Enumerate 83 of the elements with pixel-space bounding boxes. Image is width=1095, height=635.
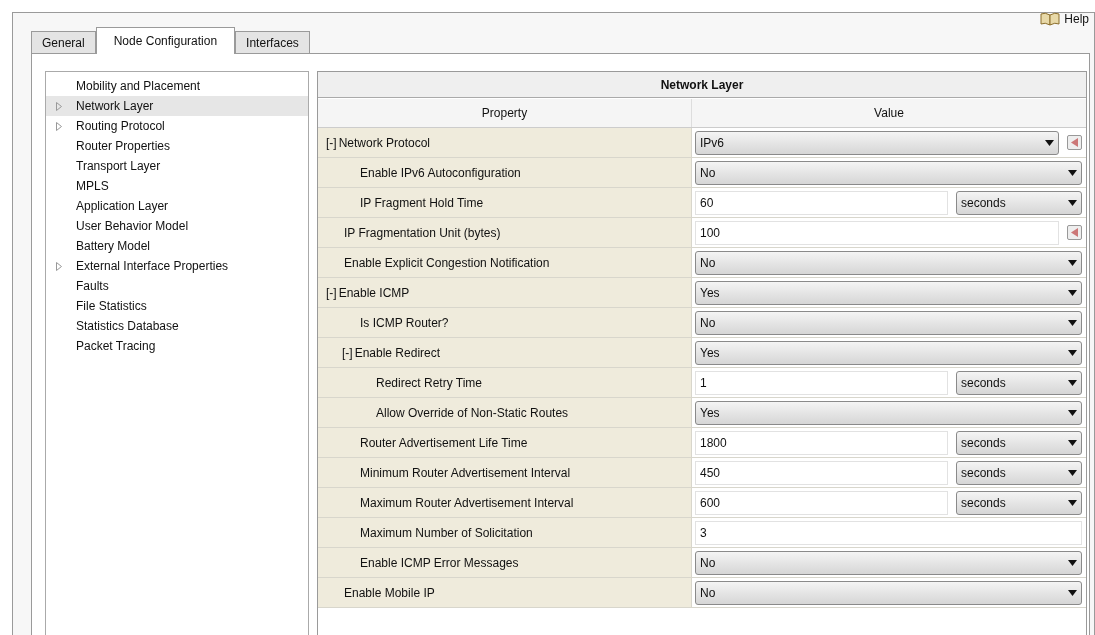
value-field[interactable]: 1800 — [695, 430, 948, 455]
value-dropdown[interactable]: No — [695, 550, 1082, 575]
dropdown-caret-icon — [1068, 199, 1077, 206]
dropdown-caret-icon — [1068, 499, 1077, 506]
reset-button[interactable] — [1067, 225, 1082, 240]
unit-dropdown[interactable]: seconds — [956, 460, 1082, 485]
value-dropdown[interactable]: Yes — [695, 340, 1082, 365]
dropdown-caret-icon — [1068, 289, 1077, 296]
unit-dropdown[interactable]: seconds — [956, 190, 1082, 215]
tree-item[interactable]: External Interface Properties — [46, 256, 308, 276]
tab[interactable]: Interfaces — [235, 31, 310, 53]
property-cell: Redirect Retry Time — [318, 368, 692, 397]
collapse-toggle[interactable]: [-] — [326, 133, 337, 152]
property-cell: Enable Mobile IP — [318, 578, 692, 607]
tree-item[interactable]: File Statistics — [46, 296, 308, 316]
dropdown-caret-icon — [1068, 469, 1077, 476]
unit-dropdown[interactable]: seconds — [956, 490, 1082, 515]
dropdown-caret-icon — [1068, 169, 1077, 176]
reset-button[interactable] — [1067, 135, 1082, 150]
tree-item[interactable]: Packet Tracing — [46, 336, 308, 356]
property-cell: Enable ICMP Error Messages — [318, 548, 692, 577]
value-field[interactable]: 100 — [695, 220, 1059, 245]
unit-dropdown[interactable]: seconds — [956, 370, 1082, 395]
left-arrow-icon — [1071, 228, 1078, 237]
tab[interactable]: General — [31, 31, 96, 53]
property-cell: Enable Explicit Congestion Notification — [318, 248, 692, 277]
tree-item[interactable]: Router Properties — [46, 136, 308, 156]
help-link[interactable]: Help — [1064, 10, 1089, 28]
value-field[interactable]: 600 — [695, 490, 948, 515]
tree-item[interactable]: Mobility and Placement — [46, 76, 308, 96]
value-dropdown[interactable]: No — [695, 160, 1082, 185]
expand-arrow-icon[interactable] — [56, 121, 62, 131]
tree-item[interactable]: User Behavior Model — [46, 216, 308, 236]
unit-dropdown[interactable]: seconds — [956, 430, 1082, 455]
dropdown-caret-icon — [1068, 319, 1077, 326]
property-cell: [-] Network Protocol — [318, 128, 692, 157]
property-cell: IP Fragmentation Unit (bytes) — [318, 218, 692, 247]
expand-arrow-icon[interactable] — [56, 101, 62, 111]
dropdown-caret-icon — [1045, 139, 1054, 146]
property-cell: Minimum Router Advertisement Interval — [318, 458, 692, 487]
left-arrow-icon — [1071, 138, 1078, 147]
property-cell: Allow Override of Non-Static Routes — [318, 398, 692, 427]
property-cell: Maximum Number of Solicitation — [318, 518, 692, 547]
value-dropdown[interactable]: No — [695, 310, 1082, 335]
value-field[interactable]: 1 — [695, 370, 948, 395]
column-header: Value — [873, 105, 905, 122]
expand-arrow-icon[interactable] — [56, 261, 62, 271]
dropdown-caret-icon — [1068, 349, 1077, 356]
collapse-toggle[interactable]: [-] — [342, 343, 353, 362]
dropdown-caret-icon — [1068, 259, 1077, 266]
value-dropdown[interactable]: No — [695, 580, 1082, 605]
value-dropdown[interactable]: Yes — [695, 400, 1082, 425]
value-field[interactable]: 450 — [695, 460, 948, 485]
tree-item[interactable]: Battery Model — [46, 236, 308, 256]
value-dropdown[interactable]: IPv6 — [695, 130, 1059, 155]
property-cell: [-] Enable Redirect — [318, 338, 692, 367]
panel-title: Network Layer — [318, 72, 1086, 98]
value-dropdown[interactable]: Yes — [695, 280, 1082, 305]
property-cell: Is ICMP Router? — [318, 308, 692, 337]
dropdown-caret-icon — [1068, 379, 1077, 386]
property-cell: Router Advertisement Life Time — [318, 428, 692, 457]
value-field[interactable]: 3 — [695, 520, 1082, 545]
book-icon — [1040, 12, 1061, 26]
tree-item[interactable]: Application Layer — [46, 196, 308, 216]
tree-item[interactable]: Routing Protocol — [46, 116, 308, 136]
tree-item[interactable]: Transport Layer — [46, 156, 308, 176]
property-cell: Maximum Router Advertisement Interval — [318, 488, 692, 517]
property-cell: [-] Enable ICMP — [318, 278, 692, 307]
dropdown-caret-icon — [1068, 589, 1077, 596]
tree-item[interactable]: Statistics Database — [46, 316, 308, 336]
dropdown-caret-icon — [1068, 559, 1077, 566]
tree-item[interactable]: MPLS — [46, 176, 308, 196]
value-field[interactable]: 60 — [695, 190, 948, 215]
column-header: Property — [318, 99, 692, 127]
tree-item[interactable]: Faults — [46, 276, 308, 296]
property-cell: Enable IPv6 Autoconfiguration — [318, 158, 692, 187]
collapse-toggle[interactable]: [-] — [326, 283, 337, 302]
property-cell: IP Fragment Hold Time — [318, 188, 692, 217]
dropdown-caret-icon — [1068, 409, 1077, 416]
tree-item[interactable]: Network Layer — [46, 96, 308, 116]
value-dropdown[interactable]: No — [695, 250, 1082, 275]
tab[interactable]: Node Configuration — [95, 27, 236, 54]
dropdown-caret-icon — [1068, 439, 1077, 446]
